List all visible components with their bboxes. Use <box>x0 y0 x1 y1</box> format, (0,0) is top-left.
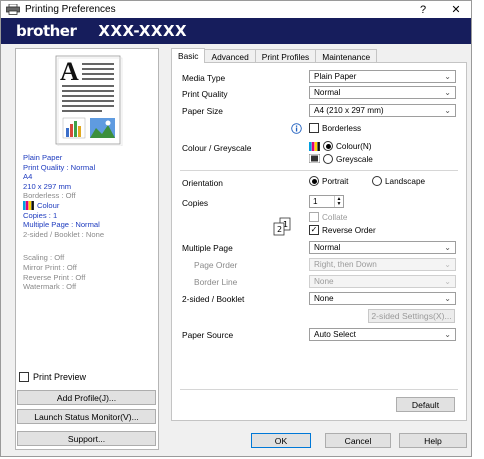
chevron-down-icon: ⌄ <box>444 294 451 303</box>
tab-print-profiles[interactable]: Print Profiles <box>254 49 317 63</box>
copies-order-icon: 1 2 <box>273 217 291 236</box>
borderless-checkbox[interactable]: Borderless <box>309 123 361 133</box>
document-preview-icon: A <box>38 54 138 146</box>
tab-basic[interactable]: Basic <box>171 48 206 63</box>
greyscale-radio[interactable]: Greyscale <box>323 154 373 164</box>
two-sided-settings-button[interactable]: 2-sided Settings(X)... <box>368 309 455 323</box>
page-order-label: Page Order <box>194 260 238 270</box>
print-preview-checkbox[interactable]: Print Preview <box>19 372 86 382</box>
paper-source-label: Paper Source <box>182 330 234 340</box>
collate-checkbox[interactable]: Collate <box>309 212 348 222</box>
landscape-radio[interactable]: Landscape <box>372 176 425 186</box>
copies-label: Copies <box>182 198 209 208</box>
greyscale-icon <box>309 154 320 163</box>
multiple-page-label: Multiple Page <box>182 243 233 253</box>
summary-quality: Print Quality : Normal <box>23 162 96 172</box>
summary-reverse: Reverse Print : Off <box>23 272 86 282</box>
two-sided-select[interactable]: None ⌄ <box>309 292 456 305</box>
chevron-down-icon: ⌄ <box>444 330 451 339</box>
help-button[interactable]: Help <box>399 433 467 448</box>
printing-preferences-window: Printing Preferences ? ✕ brother XXX-XXX… <box>0 0 472 457</box>
summary-dimensions: 210 x 297 mm <box>23 181 72 191</box>
summary-mirror: Mirror Print : Off <box>23 262 77 272</box>
page-order-select[interactable]: Right, then Down ⌄ <box>309 258 456 271</box>
close-button[interactable]: ✕ <box>441 1 471 18</box>
border-line-select[interactable]: None ⌄ <box>309 275 456 288</box>
close-icon: ✕ <box>451 4 461 16</box>
chevron-down-icon: ⌄ <box>444 72 451 81</box>
default-button[interactable]: Default <box>396 397 455 412</box>
launch-status-monitor-button[interactable]: Launch Status Monitor(V)... <box>17 409 156 424</box>
summary-multiple-page: Multiple Page : Normal <box>23 220 100 230</box>
window-title: Printing Preferences <box>25 4 116 15</box>
print-quality-select[interactable]: Normal ⌄ <box>309 86 456 99</box>
cancel-button[interactable]: Cancel <box>325 433 391 448</box>
tab-advanced[interactable]: Advanced <box>204 49 256 63</box>
summary-size: A4 <box>23 172 33 182</box>
chevron-down-icon: ⌄ <box>444 88 451 97</box>
model-name: XXX-XXXX <box>98 22 188 40</box>
chevron-down-icon: ⌄ <box>444 243 451 252</box>
summary-copies: Copies : 1 <box>23 210 58 220</box>
svg-text:2: 2 <box>277 225 282 234</box>
multiple-page-select[interactable]: Normal ⌄ <box>309 241 456 254</box>
orientation-label: Orientation <box>182 178 223 188</box>
tab-maintenance[interactable]: Maintenance <box>315 49 378 63</box>
brand-logo: brother <box>16 22 77 40</box>
settings-summary: Plain Paper Print Quality : Normal A4 21… <box>23 153 104 292</box>
printer-icon <box>6 4 20 15</box>
border-line-label: Border Line <box>194 277 238 287</box>
chevron-down-icon: ⌄ <box>444 106 451 115</box>
help-title-button[interactable]: ? <box>408 1 438 18</box>
basic-tab-panel: Media Type Plain Paper ⌄ Print Quality No… <box>171 62 467 421</box>
summary-two-sided: 2-sided / Booklet : None <box>23 229 105 239</box>
support-button[interactable]: Support... <box>17 431 156 446</box>
info-icon[interactable] <box>291 123 302 134</box>
brand-banner: brother XXX-XXXX <box>1 18 471 44</box>
colour-radio[interactable]: Colour(N) <box>323 141 372 151</box>
two-sided-label: 2-sided / Booklet <box>182 294 245 304</box>
summary-scaling: Scaling : Off <box>23 253 65 263</box>
tab-strip: Basic Advanced Print Profiles Maintenanc… <box>171 48 378 63</box>
chevron-down-icon: ⌄ <box>444 260 451 269</box>
summary-borderless: Borderless : Off <box>23 191 76 201</box>
summary-watermark: Watermark : Off <box>23 282 77 292</box>
summary-colour: Colour <box>23 201 104 211</box>
copies-spinner[interactable]: 1 ▲ ▼ <box>309 195 344 208</box>
portrait-radio[interactable]: Portrait <box>309 176 348 186</box>
ok-button[interactable]: OK <box>251 433 311 448</box>
print-quality-label: Print Quality <box>182 89 228 99</box>
paper-size-label: Paper Size <box>182 106 223 116</box>
colour-greyscale-label: Colour / Greyscale <box>182 143 252 153</box>
title-bar: Printing Preferences ? ✕ <box>1 1 471 18</box>
paper-size-select[interactable]: A4 (210 x 297 mm) ⌄ <box>309 104 456 117</box>
colour-cartridge-icon <box>309 142 320 151</box>
svg-text:A: A <box>60 57 79 86</box>
media-type-select[interactable]: Plain Paper ⌄ <box>309 70 456 83</box>
colour-cartridge-icon <box>23 201 34 211</box>
add-profile-button[interactable]: Add Profile(J)... <box>17 390 156 405</box>
paper-source-select[interactable]: Auto Select ⌄ <box>309 328 456 341</box>
media-type-label: Media Type <box>182 73 226 83</box>
reverse-order-checkbox[interactable]: ✓ Reverse Order <box>309 225 376 235</box>
chevron-down-icon: ⌄ <box>444 277 451 286</box>
summary-media: Plain Paper <box>23 153 63 162</box>
